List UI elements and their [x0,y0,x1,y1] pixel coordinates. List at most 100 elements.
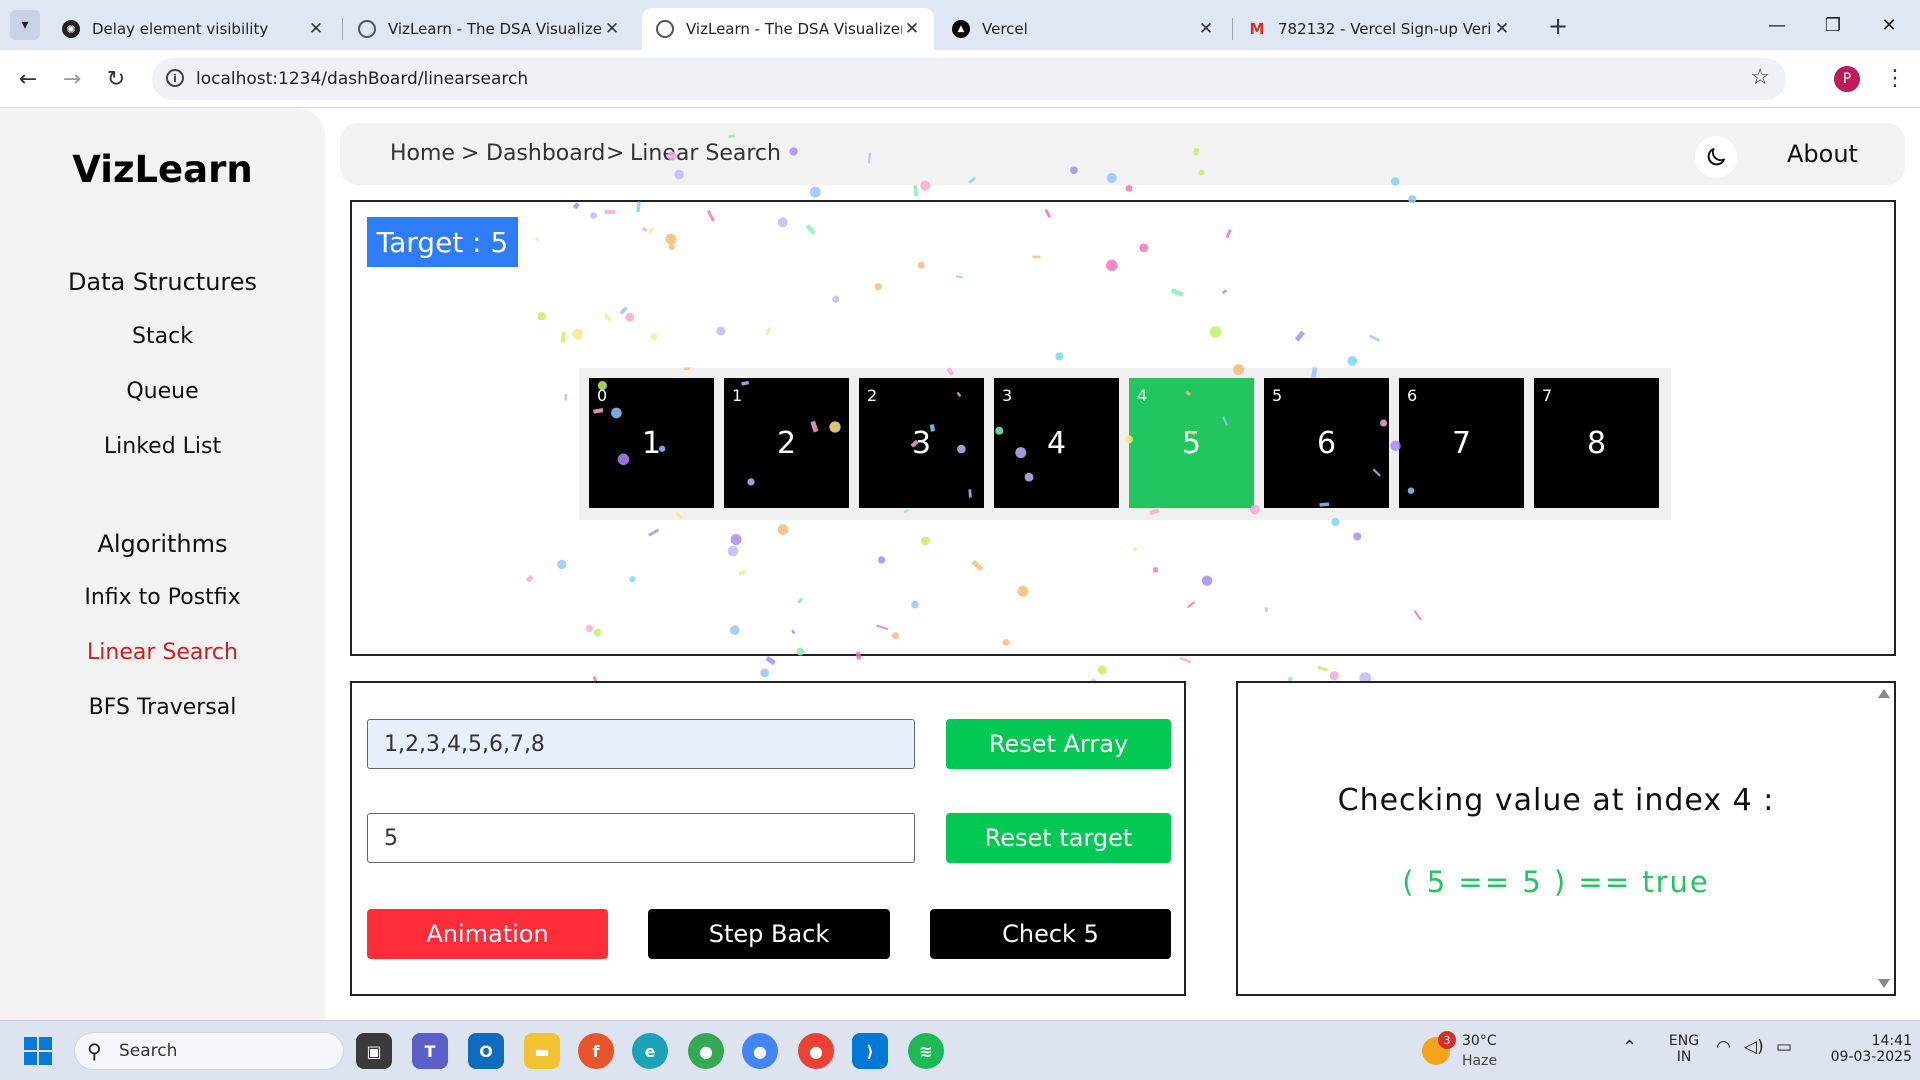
address-bar[interactable]: i localhost:1234/dashBoard/linearsearch … [152,58,1786,100]
sidebar-item-linked-list[interactable]: Linked List [0,434,325,459]
breadcrumb-separator: > [461,141,480,166]
browser-toolbar: ← → ↻ i localhost:1234/dashBoard/linears… [0,50,1920,108]
log-scrollbar[interactable] [1874,683,1894,994]
reset-target-button[interactable]: Reset target [946,813,1171,863]
minimize-icon: — [1768,14,1786,36]
about-link[interactable]: About [1787,140,1858,168]
bookmark-star-icon[interactable]: ☆ [1750,65,1770,90]
sidebar-item-linear-search[interactable]: Linear Search [0,640,325,665]
array-cell-index: 4 [1137,386,1148,405]
outlook-icon[interactable]: O [468,1033,504,1069]
vscode-icon[interactable]: ⟩ [852,1033,888,1069]
taskbar-search-box[interactable]: ⚲ Search [74,1032,344,1070]
taskbar-search-placeholder: Search [119,1041,178,1061]
profile-avatar[interactable]: P [1834,66,1860,92]
site-info-icon[interactable]: i [166,69,184,87]
log-result-message: ( 5 == 5 ) == true [1402,865,1710,899]
windows-start-icon[interactable] [24,1037,52,1065]
array-cell-value: 4 [1046,426,1067,461]
check-button[interactable]: Check 5 [930,909,1171,959]
browser-tab-vizlearn-1[interactable]: VizLearn - The DSA Visualizer ✕ [344,8,634,50]
sidebar-item-infix-to-postfix[interactable]: Infix to Postfix [0,585,325,610]
wifi-icon[interactable]: ◠ [1716,1037,1731,1057]
confetti-piece [809,186,821,198]
tab-title: Vercel [982,20,1028,38]
sidebar: VizLearn Data Structures Stack Queue Lin… [0,108,325,1020]
sidebar-item-bfs-traversal[interactable]: BFS Traversal [0,695,325,720]
close-tab-icon[interactable]: ✕ [902,19,922,39]
algorithms-heading: Algorithms [97,530,228,558]
restore-button[interactable]: ❐ [1810,10,1856,40]
sidebar-item-stack[interactable]: Stack [0,324,325,349]
log-check-message: Checking value at index 4 : [1337,783,1775,818]
minimize-button[interactable]: — [1754,10,1800,40]
close-tab-icon[interactable]: ✕ [1492,19,1512,39]
volume-icon[interactable]: ◁) [1744,1037,1764,1057]
array-cell-value: 3 [911,426,932,461]
new-tab-button[interactable]: + [1544,12,1572,40]
theme-toggle-button[interactable] [1695,136,1737,178]
forward-button[interactable]: → [56,63,88,95]
plus-icon: + [1547,12,1569,40]
moon-icon [1707,148,1725,166]
scroll-down-arrow-icon[interactable] [1878,979,1890,988]
chrome-active-icon[interactable]: ● [798,1033,834,1069]
tab-search-button[interactable]: ▾ [10,10,40,40]
controls-panel: Reset Array Reset target Animation Step … [350,681,1186,996]
array-cell-index: 2 [867,386,878,405]
system-clock[interactable]: 14:41 09-03-2025 [1812,1033,1912,1065]
gmail-icon: M [1249,20,1265,38]
array-cell-index: 7 [1542,386,1553,405]
browser-tab-gmail[interactable]: M 782132 - Vercel Sign-up Verifica ✕ [1234,8,1524,50]
battery-icon[interactable]: ▭ [1776,1037,1792,1057]
chrome-profile-1-icon[interactable]: ● [688,1033,724,1069]
browser-tab-strip: ▾ ✺ Delay element visibility ✕ VizLearn … [0,0,1920,50]
array-cell: 78 [1534,378,1659,508]
restore-icon: ❐ [1824,14,1842,36]
sidebar-item-queue[interactable]: Queue [0,379,325,404]
back-button[interactable]: ← [12,63,44,95]
scroll-up-arrow-icon[interactable] [1878,689,1890,698]
browser-tab-delay-element[interactable]: ✺ Delay element visibility ✕ [48,8,338,50]
confetti-piece [1097,665,1107,675]
array-container: 0112233445566778 [579,368,1671,520]
reset-array-button[interactable]: Reset Array [946,719,1171,769]
language-code: ENG [1668,1033,1700,1049]
weather-widget[interactable]: 3 30°C Haze [1420,1031,1540,1071]
close-tab-icon[interactable]: ✕ [1196,19,1216,39]
array-cell-index: 6 [1407,386,1418,405]
close-tab-icon[interactable]: ✕ [602,19,622,39]
browser-menu-icon[interactable]: ⋮ [1880,62,1910,94]
array-cell: 45 [1129,378,1254,508]
browser-tab-vercel[interactable]: ▲ Vercel ✕ [938,8,1228,50]
language-indicator[interactable]: ENG IN [1666,1033,1702,1065]
task-view-icon[interactable]: ▣ [356,1033,392,1069]
target-input[interactable] [367,813,915,863]
array-cell: 23 [859,378,984,508]
edge-icon[interactable]: e [632,1033,668,1069]
tray-overflow-chevron-icon[interactable]: ⌃ [1622,1037,1637,1058]
app-logo[interactable]: VizLearn [0,148,325,191]
array-input[interactable] [367,719,915,769]
breadcrumb-dashboard[interactable]: Dashboard [486,141,605,166]
reload-button[interactable]: ↻ [100,63,132,95]
step-back-button[interactable]: Step Back [648,909,890,959]
breadcrumb-home[interactable]: Home [390,141,455,166]
close-icon: ✕ [1881,14,1897,36]
visualization-panel: Target : 5 0112233445566778 [350,200,1896,656]
animation-button[interactable]: Animation [367,909,608,959]
array-cell: 56 [1264,378,1389,508]
spotify-icon[interactable]: ≋ [908,1033,944,1069]
windows-taskbar: ⚲ Search ▣ T O ▬ f e ● ● ● ⟩ ≋ 3 30°C Ha… [0,1020,1920,1080]
browser-tab-vizlearn-active[interactable]: VizLearn - The DSA Visualizer ✕ [642,8,934,50]
teams-icon[interactable]: T [412,1033,448,1069]
confetti-piece [1329,671,1339,681]
url-text[interactable]: localhost:1234/dashBoard/linearsearch [196,69,528,89]
close-tab-icon[interactable]: ✕ [306,19,326,39]
file-explorer-icon[interactable]: ▬ [524,1033,560,1069]
firefox-icon[interactable]: f [578,1033,614,1069]
close-window-button[interactable]: ✕ [1866,10,1912,40]
chrome-profile-2-icon[interactable]: ● [742,1033,778,1069]
log-panel: Checking value at index 4 : ( 5 == 5 ) =… [1236,681,1896,996]
arrow-left-icon: ← [18,66,38,92]
